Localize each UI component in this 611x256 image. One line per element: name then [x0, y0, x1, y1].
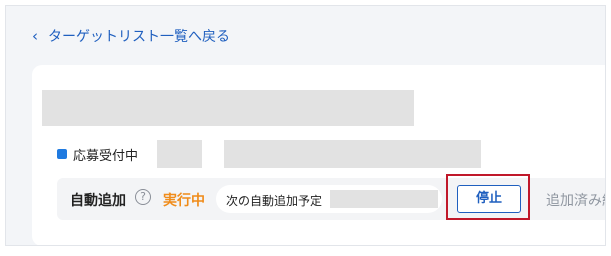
stop-button[interactable]: 停止	[457, 185, 521, 213]
total-added-label: 追加済み総数	[546, 193, 605, 209]
status-indicator-icon	[57, 149, 67, 159]
back-link-label: ターゲットリスト一覧へ戻る	[48, 29, 230, 45]
meta-placeholder-1	[157, 140, 202, 168]
next-auto-add-label: 次の自動追加予定	[226, 194, 323, 208]
meta-placeholder-2	[224, 140, 481, 168]
status-badge: 応募受付中	[57, 140, 138, 168]
run-status: 実行中	[163, 193, 205, 209]
next-auto-add-value-placeholder	[330, 190, 438, 208]
title-placeholder	[42, 90, 414, 126]
help-icon[interactable]: ?	[135, 189, 151, 205]
chevron-left-icon: ‹	[32, 26, 38, 45]
auto-add-label: 自動追加	[70, 193, 126, 209]
next-auto-add-pill: 次の自動追加予定	[216, 185, 442, 213]
back-to-target-list-link[interactable]: ‹ ターゲットリスト一覧へ戻る	[32, 26, 230, 46]
status-label: 応募受付中	[73, 148, 139, 164]
auto-add-bar: 自動追加 ? 実行中 次の自動追加予定 停止 追加済み総数	[57, 174, 605, 220]
target-list-card: 応募受付中 自動追加 ? 実行中 次の自動追加予定 停止 追加済み総数	[32, 65, 605, 245]
page-panel: ‹ ターゲットリスト一覧へ戻る 応募受付中 自動追加 ? 実行中 次の自動追加予…	[5, 5, 606, 246]
